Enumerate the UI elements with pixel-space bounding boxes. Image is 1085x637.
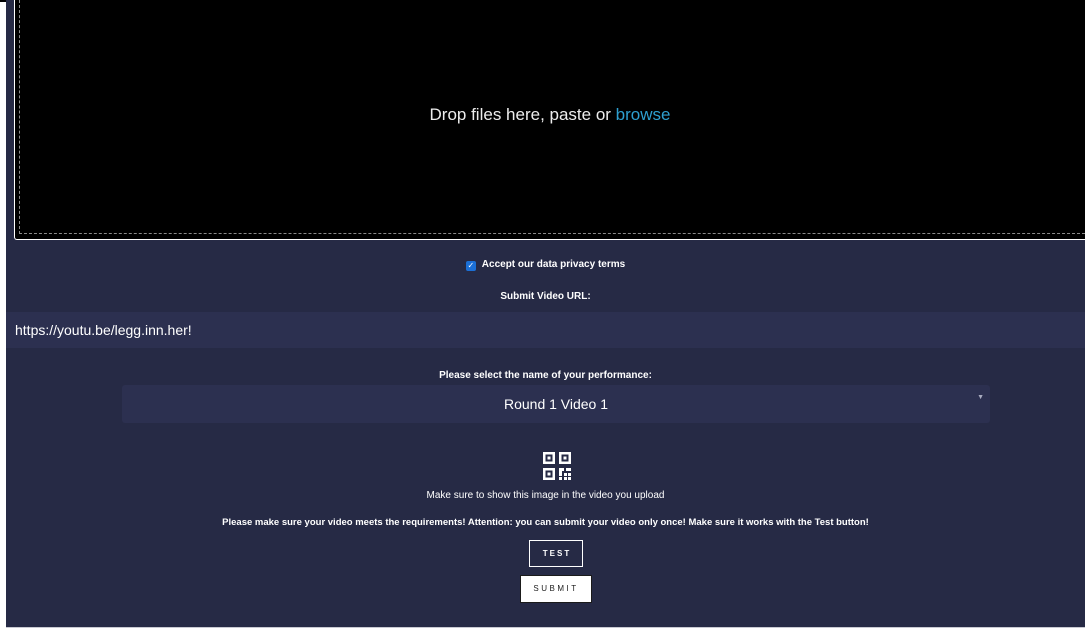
performance-selected-value: Round 1 Video 1 [503,396,609,412]
submit-button[interactable]: SUBMIT [520,575,592,603]
privacy-label: Accept our data privacy terms [481,259,626,270]
video-url-input[interactable] [6,312,1085,348]
video-url-label: Submit Video URL: [500,291,591,302]
caret-down-icon: ▼ [977,394,984,401]
file-dropzone[interactable]: Drop files here, paste or browse [14,0,1085,240]
qr-caption: Make sure to show this image in the vide… [426,490,665,501]
test-button[interactable]: TEST [529,540,583,567]
performance-label: Please select the name of your performan… [439,370,652,381]
performance-select[interactable]: Round 1 Video 1 ▼ [122,385,990,423]
submit-button-label: SUBMIT [533,584,579,593]
browse-link[interactable]: browse [616,105,671,124]
privacy-terms-row: ✓ Accept our data privacy terms [6,259,1085,271]
requirements-notice: Please make sure your video meets the re… [222,517,869,528]
qr-code-icon [543,452,571,480]
privacy-checkbox[interactable]: ✓ [465,261,476,271]
test-button-label: TEST [542,549,572,558]
bottom-divider [6,627,1085,628]
upload-page: Drop files here, paste or browse ✓ Accept… [6,0,1085,627]
dropzone-text: Drop files here, paste or [429,105,611,124]
dropzone-message: Drop files here, paste or browse [15,105,1085,125]
